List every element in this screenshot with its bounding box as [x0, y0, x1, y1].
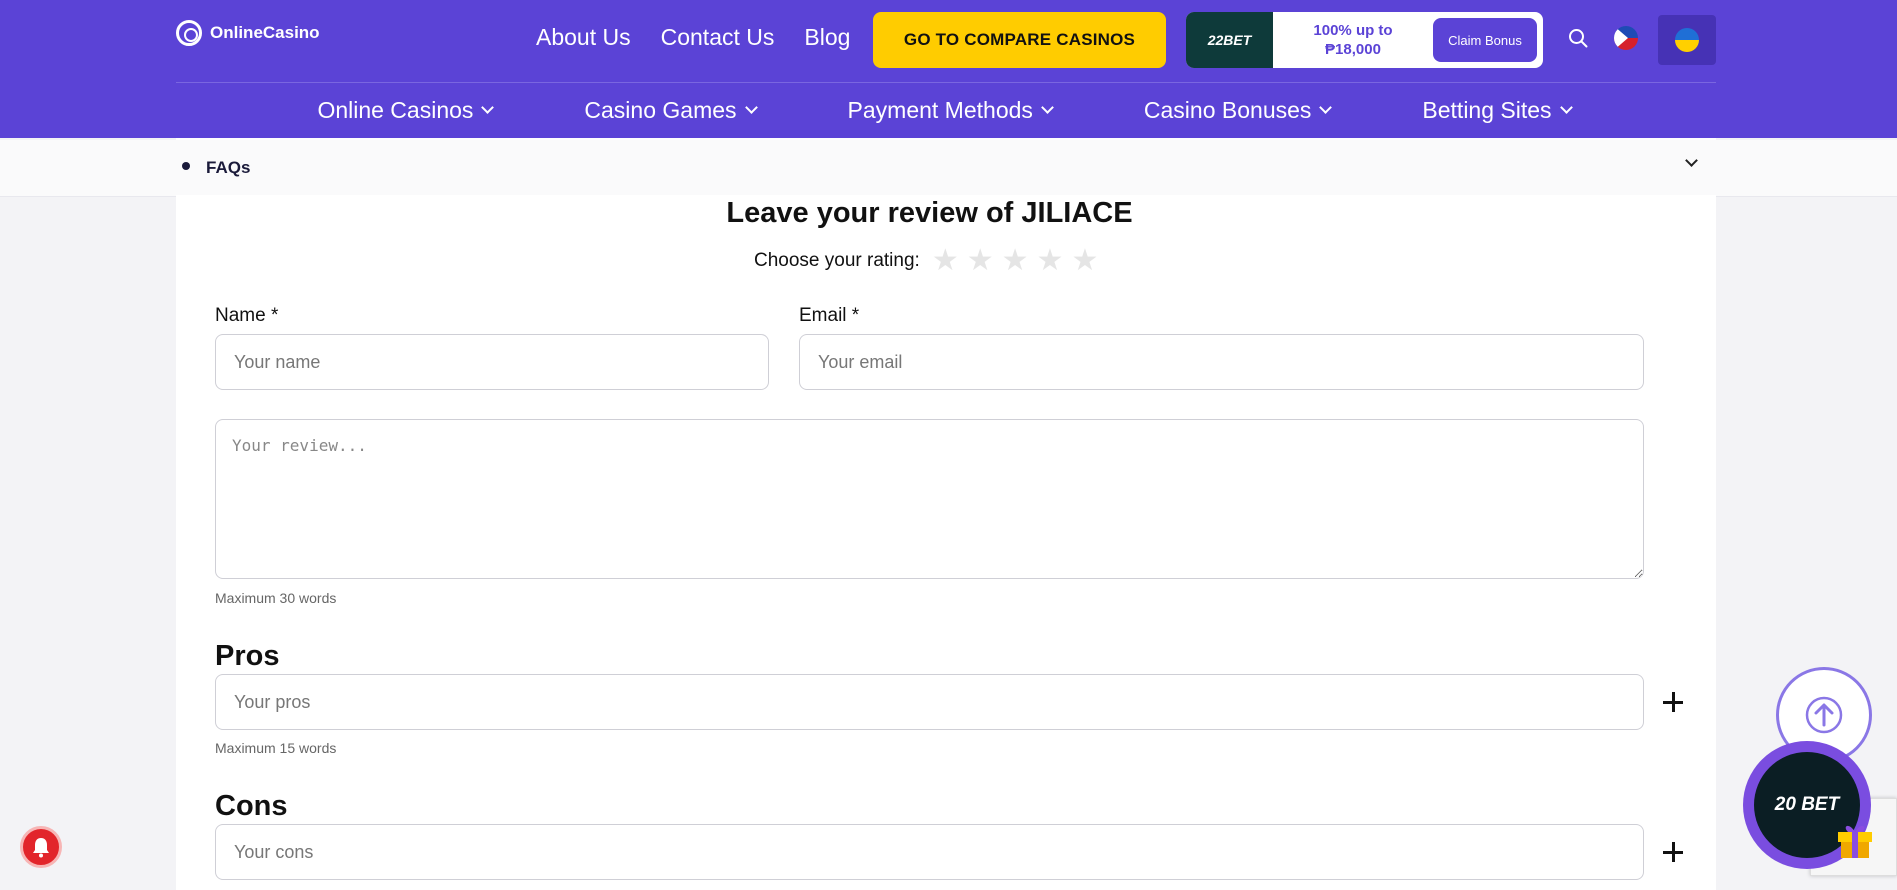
nav-casino-bonuses[interactable]: Casino Bonuses — [1144, 97, 1335, 124]
star-icon[interactable]: ★ — [1002, 246, 1029, 276]
add-con-plus-icon[interactable] — [1663, 842, 1683, 862]
faq-toc-bar[interactable]: FAQs — [0, 138, 1897, 197]
star-icon[interactable]: ★ — [967, 246, 994, 276]
nav-blog[interactable]: Blog — [804, 24, 850, 51]
main-nav: Online Casinos Casino Games Payment Meth… — [176, 82, 1716, 138]
star-icon[interactable]: ★ — [1037, 246, 1064, 276]
language-selector[interactable] — [1658, 15, 1716, 65]
chevron-down-icon — [1041, 100, 1054, 114]
nav-payment-methods-label: Payment Methods — [847, 96, 1033, 123]
rating-row: Choose your rating: ★ ★ ★ ★ ★ — [754, 246, 1098, 276]
email-field[interactable] — [799, 334, 1644, 390]
gift-icon — [1838, 825, 1872, 858]
nav-betting-sites-label: Betting Sites — [1422, 96, 1552, 123]
review-form-card: Leave your review of JILIACE Choose your… — [176, 195, 1716, 890]
ukraine-flag-icon — [1675, 28, 1699, 52]
name-field[interactable] — [215, 334, 769, 390]
pros-input[interactable] — [215, 674, 1644, 730]
chevron-down-icon — [744, 100, 758, 114]
chevron-down-icon — [1319, 100, 1333, 114]
notification-bell-button[interactable] — [20, 826, 62, 868]
bullet-icon — [182, 162, 190, 170]
logo-icon — [176, 20, 202, 46]
faq-link[interactable]: FAQs — [206, 158, 250, 178]
bell-icon — [33, 838, 49, 858]
nav-casino-bonuses-label: Casino Bonuses — [1143, 96, 1312, 123]
chevron-down-icon — [481, 100, 495, 114]
promo-offer-line2: ₱18,000 — [1325, 41, 1381, 58]
review-word-limit: Maximum 30 words — [215, 590, 337, 606]
nav-about-us[interactable]: About Us — [536, 24, 631, 51]
search-icon[interactable] — [1568, 28, 1588, 48]
email-label: Email * — [799, 305, 860, 326]
add-pro-plus-icon[interactable] — [1663, 692, 1683, 712]
nav-casino-games[interactable]: Casino Games — [584, 97, 759, 124]
site-logo[interactable]: OnlineCasino — [176, 20, 320, 46]
star-icon[interactable]: ★ — [932, 246, 959, 276]
review-form-title: Leave your review of JILIACE — [726, 197, 1133, 229]
review-textarea[interactable] — [215, 419, 1644, 579]
nav-casino-games-label: Casino Games — [584, 96, 737, 123]
cons-heading: Cons — [215, 790, 288, 822]
top-nav: About Us Contact Us Blog — [536, 24, 850, 51]
nav-betting-sites[interactable]: Betting Sites — [1422, 97, 1574, 124]
pros-heading: Pros — [215, 640, 280, 672]
promo-brand-logo: 22BET — [1186, 12, 1273, 68]
star-rating[interactable]: ★ ★ ★ ★ ★ — [932, 246, 1099, 276]
nav-online-casinos-label: Online Casinos — [317, 96, 474, 123]
promo-offer-line1: 100% up to — [1313, 22, 1393, 39]
nav-payment-methods[interactable]: Payment Methods — [848, 97, 1056, 124]
star-icon[interactable]: ★ — [1071, 246, 1098, 276]
nav-contact-us[interactable]: Contact Us — [661, 24, 775, 51]
cons-input[interactable] — [215, 824, 1644, 880]
name-label: Name * — [215, 305, 279, 326]
promo-offer: 100% up to ₱18,000 — [1273, 21, 1433, 59]
logo-text: OnlineCasino — [210, 23, 320, 42]
faq-bar-background — [0, 140, 1897, 197]
chevron-down-icon — [1559, 100, 1573, 114]
compare-casinos-button[interactable]: GO TO COMPARE CASINOS — [873, 12, 1166, 68]
promo-banner[interactable]: 22BET 100% up to ₱18,000 Claim Bonus — [1186, 12, 1543, 68]
arrow-up-icon — [1805, 696, 1843, 734]
site-header: OnlineCasino About Us Contact Us Blog GO… — [0, 0, 1897, 138]
claim-bonus-button[interactable]: Claim Bonus — [1433, 18, 1537, 62]
pros-word-limit: Maximum 15 words — [215, 740, 337, 756]
rating-label: Choose your rating: — [754, 250, 920, 271]
philippines-flag-icon[interactable] — [1614, 26, 1638, 50]
nav-online-casinos[interactable]: Online Casinos — [317, 97, 496, 124]
